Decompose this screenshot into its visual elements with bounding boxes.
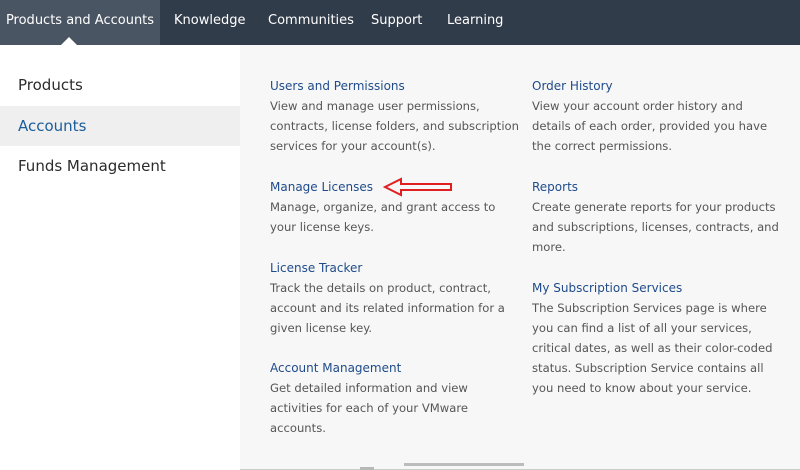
menu-entry-users-and-permissions: Users and Permissions View and manage us… [270, 76, 520, 156]
reports-link[interactable]: Reports [532, 177, 782, 197]
nav-knowledge[interactable]: Knowledge [174, 0, 245, 45]
desc-line: services for your account(s). [270, 139, 436, 153]
entry-description: View your account order history and deta… [532, 96, 782, 156]
nav-label: Products and Accounts [5, 13, 155, 28]
menu-entry-license-tracker: License Tracker Track the details on pro… [270, 258, 520, 338]
sidebar-item-funds-management[interactable]: Funds Management [0, 146, 240, 186]
desc-line: Create generate reports for your product… [532, 200, 776, 214]
menu-entry-account-management: Account Management Get detailed informat… [270, 358, 520, 438]
menu-content-panel: Users and Permissions View and manage us… [240, 45, 800, 470]
desc-line: you need to know about your service. [532, 381, 752, 395]
desc-line: Get detailed information and view [270, 381, 468, 395]
desc-line: critical dates, as well as their color-c… [532, 341, 773, 355]
nav-learning[interactable]: Learning [447, 0, 503, 45]
nav-label: Communities [268, 13, 354, 28]
license-tracker-link[interactable]: License Tracker [270, 258, 520, 278]
entry-description: Get detailed information and view activi… [270, 378, 520, 438]
annotation-arrow-icon [383, 177, 452, 197]
desc-line: account and its related information for … [270, 301, 505, 315]
sidebar-item-label: Accounts [18, 117, 87, 135]
cut-off-text [404, 463, 524, 469]
desc-line: your license keys. [270, 220, 374, 234]
sidebar: Products Accounts Funds Management [0, 45, 240, 470]
desc-line: details of each order, provided you have [532, 119, 768, 133]
desc-line: The Subscription Services page is where [532, 301, 767, 315]
nav-label: Learning [447, 13, 504, 28]
sidebar-item-accounts[interactable]: Accounts [0, 106, 240, 146]
nav-products-and-accounts[interactable]: Products and Accounts [0, 0, 160, 46]
menu-entry-order-history: Order History View your account order hi… [532, 76, 782, 156]
menu-entry-my-subscription-services: My Subscription Services The Subscriptio… [532, 278, 782, 398]
menu-entry-reports: Reports Create generate reports for your… [532, 177, 782, 257]
desc-line: more. [532, 240, 566, 254]
nav-communities[interactable]: Communities [268, 0, 354, 45]
entry-description: Manage, organize, and grant access to yo… [270, 197, 520, 237]
top-navigation-bar: Products and Accounts Knowledge Communit… [0, 0, 800, 46]
desc-line: given license key. [270, 321, 373, 335]
nav-label: Support [371, 13, 423, 28]
desc-line: you can find a list of all your services… [532, 321, 752, 335]
account-management-link[interactable]: Account Management [270, 358, 520, 378]
desc-line: contracts, license folders, and subscrip… [270, 119, 519, 133]
desc-line: accounts. [270, 421, 326, 435]
my-subscription-services-link[interactable]: My Subscription Services [532, 278, 782, 298]
desc-line: Manage, organize, and grant access to [270, 200, 496, 214]
nav-label: Knowledge [174, 13, 246, 28]
entry-description: The Subscription Services page is where … [532, 298, 782, 398]
nav-support[interactable]: Support [371, 0, 422, 45]
desc-line: View your account order history and [532, 99, 743, 113]
entry-description: Track the details on product, contract, … [270, 278, 520, 338]
desc-line: and subscriptions, licenses, contracts, … [532, 220, 779, 234]
desc-line: View and manage user permissions, [270, 99, 480, 113]
desc-line: the correct permissions. [532, 139, 673, 153]
users-and-permissions-link[interactable]: Users and Permissions [270, 76, 520, 96]
entry-description: Create generate reports for your product… [532, 197, 782, 257]
sidebar-item-label: Funds Management [18, 157, 166, 175]
desc-line: Track the details on product, contract, [270, 281, 491, 295]
entry-description: View and manage user permissions, contra… [270, 96, 520, 156]
desc-line: activities for each of your VMware [270, 401, 469, 415]
order-history-link[interactable]: Order History [532, 76, 782, 96]
sidebar-item-products[interactable]: Products [0, 65, 240, 105]
sidebar-item-label: Products [18, 76, 83, 94]
desc-line: status. Subscription Service contains al… [532, 361, 764, 375]
cut-off-footer-content [360, 463, 530, 470]
